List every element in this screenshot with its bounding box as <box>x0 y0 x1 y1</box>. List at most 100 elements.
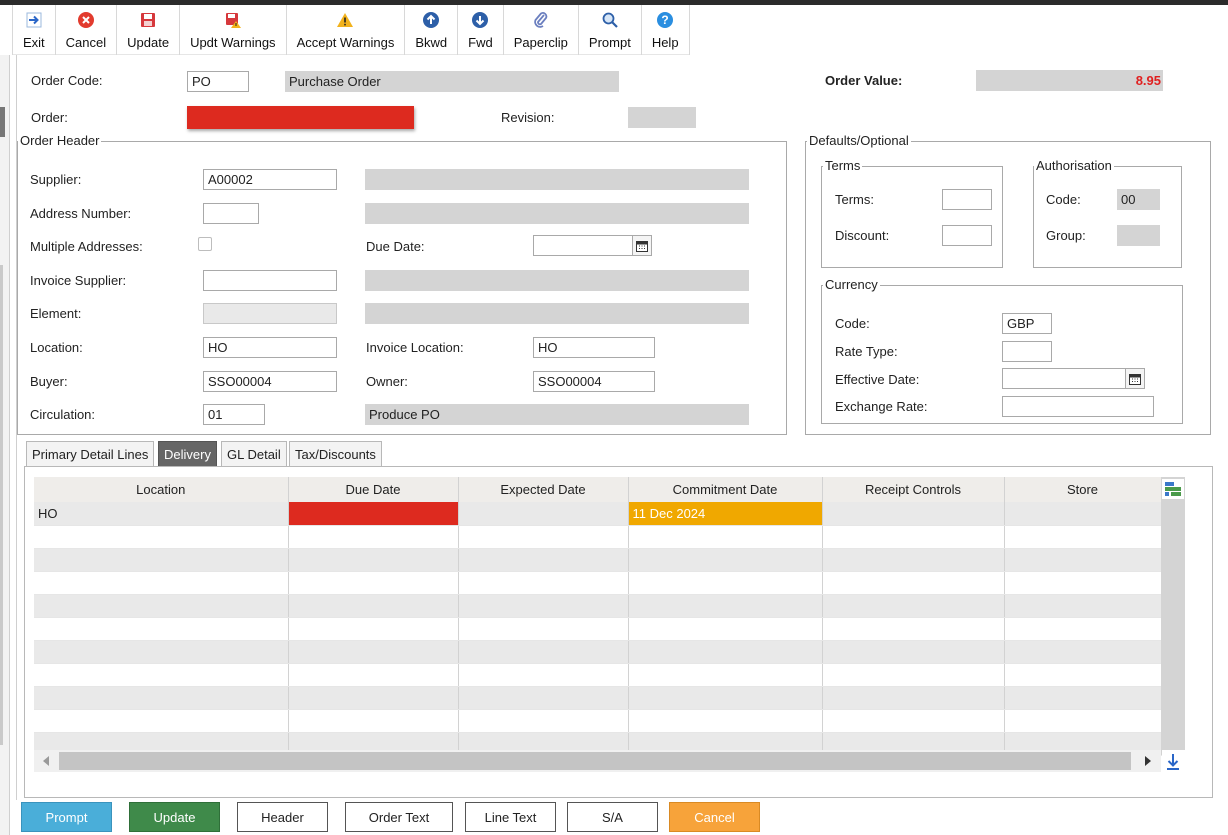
bkwd-button[interactable]: Bkwd <box>405 5 459 55</box>
triangle-left-icon <box>43 756 49 766</box>
expected-date-cell[interactable] <box>458 502 629 526</box>
line-text-button[interactable]: Line Text <box>465 802 556 832</box>
rate-type-label: Rate Type: <box>835 344 898 359</box>
column-header-location[interactable]: Location <box>34 477 289 502</box>
column-header-store[interactable]: Store <box>1004 477 1162 502</box>
triangle-right-icon <box>1145 756 1151 766</box>
column-header-receipt-controls[interactable]: Receipt Controls <box>822 477 1005 502</box>
table-row[interactable] <box>34 594 1162 618</box>
help-button[interactable]: ? Help <box>642 5 690 55</box>
exit-button[interactable]: Exit <box>12 5 56 55</box>
table-row[interactable] <box>34 686 1162 710</box>
header-button[interactable]: Header <box>237 802 328 832</box>
due-date-field[interactable] <box>533 235 633 256</box>
table-row[interactable]: HO 11 Dec 2024 <box>34 502 1162 526</box>
supplier-label: Supplier: <box>30 172 82 187</box>
prompt-button[interactable]: Prompt <box>21 802 112 832</box>
invoice-supplier-display <box>365 270 749 291</box>
tab-tax-discounts[interactable]: Tax/Discounts <box>289 441 382 466</box>
column-header-commitment-date[interactable]: Commitment Date <box>628 477 823 502</box>
location-field[interactable] <box>203 337 337 358</box>
owner-field[interactable] <box>533 371 655 392</box>
scroll-to-bottom-button[interactable] <box>1163 752 1183 772</box>
terms-field[interactable] <box>942 189 992 210</box>
address-display <box>365 203 749 224</box>
discount-label: Discount: <box>835 228 890 243</box>
circulation-description: Produce PO <box>365 404 749 425</box>
tab-delivery[interactable]: Delivery <box>158 441 217 466</box>
left-scroll-gutter[interactable] <box>0 55 10 835</box>
tab-primary-detail-lines[interactable]: Primary Detail Lines <box>26 441 155 466</box>
fwd-button[interactable]: Fwd <box>458 5 504 55</box>
table-row[interactable] <box>34 548 1162 572</box>
exchange-rate-label: Exchange Rate: <box>835 399 928 414</box>
currency-code-label: Code: <box>835 316 870 331</box>
location-cell[interactable]: HO <box>34 502 289 526</box>
cancel-button[interactable]: Cancel <box>56 5 118 55</box>
table-row[interactable] <box>34 663 1162 687</box>
multiple-addresses-label: Multiple Addresses: <box>30 239 143 254</box>
invoice-supplier-label: Invoice Supplier: <box>30 273 127 288</box>
paperclip-button[interactable]: Paperclip <box>504 5 579 55</box>
effective-date-calendar-button[interactable] <box>1125 368 1145 389</box>
order-value: 8.95 <box>976 70 1163 91</box>
grid-horizontal-scroll-thumb[interactable] <box>59 752 1131 770</box>
table-row[interactable] <box>34 640 1162 664</box>
invoice-location-label: Invoice Location: <box>366 340 464 355</box>
accept-warnings-label: Accept Warnings <box>296 35 395 50</box>
accept-warnings-button[interactable]: Accept Warnings <box>287 5 406 55</box>
exchange-rate-field[interactable] <box>1002 396 1154 417</box>
table-row[interactable] <box>34 571 1162 595</box>
scroll-right-button[interactable] <box>1142 754 1154 768</box>
multiple-addresses-checkbox[interactable] <box>198 237 212 251</box>
scroll-left-button[interactable] <box>40 754 52 768</box>
location-label: Location: <box>30 340 83 355</box>
order-code-label: Order Code: <box>31 73 103 88</box>
effective-date-label: Effective Date: <box>835 372 920 387</box>
terms-label: Terms: <box>835 192 874 207</box>
arrow-down-icon <box>472 12 489 28</box>
receipt-controls-cell[interactable] <box>822 502 1005 526</box>
paperclip-icon <box>534 12 548 28</box>
auth-code-field: 00 <box>1117 189 1160 210</box>
tab-gl-detail[interactable]: GL Detail <box>221 441 287 466</box>
column-header-expected-date[interactable]: Expected Date <box>458 477 629 502</box>
cancel-bottom-button[interactable]: Cancel <box>669 802 760 832</box>
discount-field[interactable] <box>942 225 992 246</box>
order-code-field[interactable] <box>187 71 249 92</box>
invoice-supplier-field[interactable] <box>203 270 337 291</box>
column-chooser-button[interactable] <box>1162 479 1184 499</box>
address-number-field[interactable] <box>203 203 259 224</box>
column-header-due-date[interactable]: Due Date <box>288 477 459 502</box>
due-date-calendar-button[interactable] <box>632 235 652 256</box>
supplier-field[interactable] <box>203 169 337 190</box>
invoice-location-field[interactable] <box>533 337 655 358</box>
currency-legend: Currency <box>823 277 880 292</box>
paperclip-label: Paperclip <box>513 35 568 50</box>
commitment-date-cell[interactable]: 11 Dec 2024 <box>628 502 823 526</box>
update-button[interactable]: Update <box>117 5 181 55</box>
order-number-field[interactable] <box>187 106 414 129</box>
effective-date-field[interactable] <box>1002 368 1126 389</box>
rate-type-field[interactable] <box>1002 341 1052 362</box>
table-row[interactable] <box>34 709 1162 733</box>
exit-arrow-icon <box>26 12 42 28</box>
download-arrow-icon <box>1167 754 1179 770</box>
circulation-field[interactable] <box>203 404 265 425</box>
updt-warnings-label: Updt Warnings <box>190 35 276 50</box>
help-icon: ? <box>657 12 674 28</box>
order-text-button[interactable]: Order Text <box>345 802 453 832</box>
element-display <box>365 303 749 324</box>
store-cell[interactable] <box>1004 502 1162 526</box>
defaults-optional-legend: Defaults/Optional <box>807 133 911 148</box>
update-bottom-button[interactable]: Update <box>129 802 220 832</box>
sa-button[interactable]: S/A <box>567 802 658 832</box>
prompt-toolbar-button[interactable]: Prompt <box>579 5 642 55</box>
buyer-field[interactable] <box>203 371 337 392</box>
grid-vertical-scrollbar[interactable] <box>1161 477 1185 750</box>
table-row[interactable] <box>34 525 1162 549</box>
due-date-cell[interactable] <box>288 502 459 526</box>
table-row[interactable] <box>34 617 1162 641</box>
currency-code-field[interactable] <box>1002 313 1052 334</box>
updt-warnings-button[interactable]: Updt Warnings <box>180 5 287 55</box>
